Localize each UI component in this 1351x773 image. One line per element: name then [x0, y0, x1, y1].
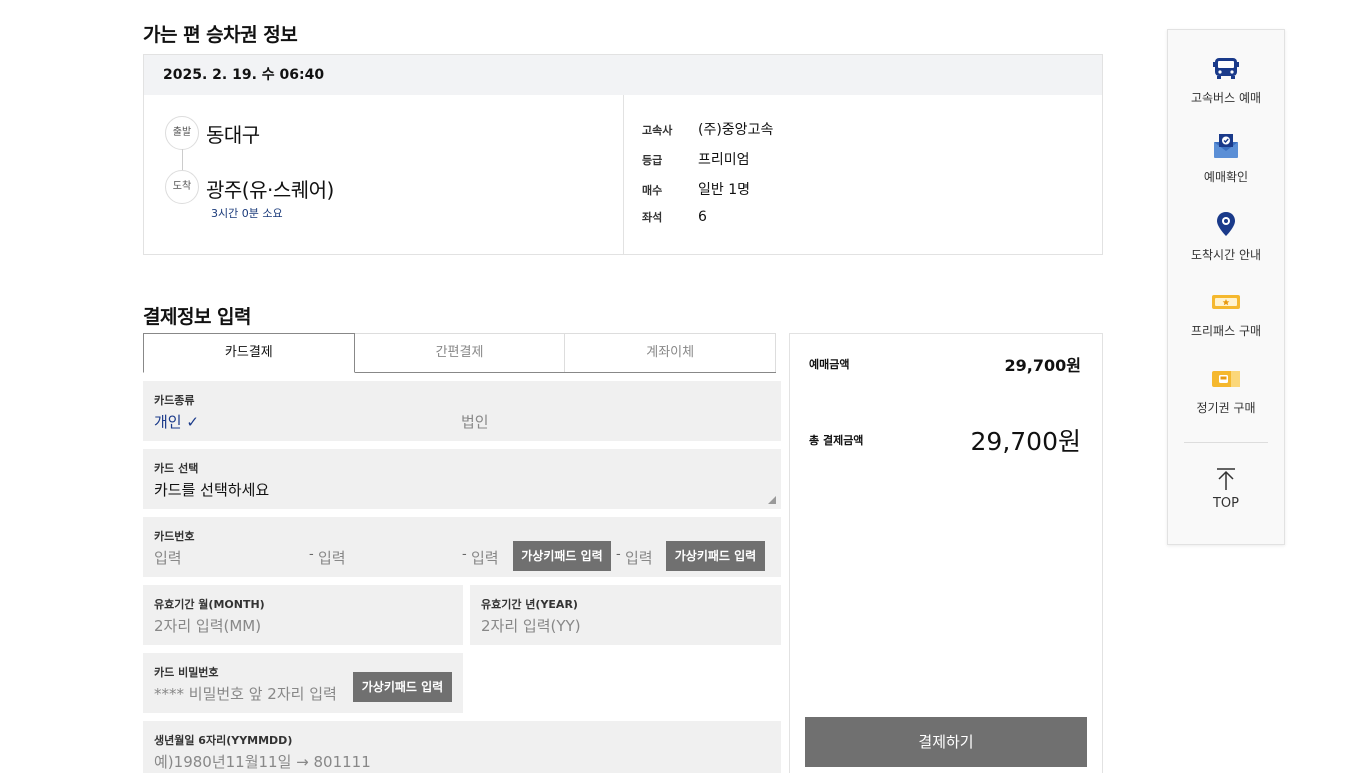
virtual-keypad-button-pw[interactable]: 가상키패드 입력	[353, 672, 452, 702]
detail-row-seat: 좌석 6	[642, 209, 707, 225]
tab-simple-payment[interactable]: 간편결제	[354, 333, 566, 372]
virtual-keypad-button-3[interactable]: 가상키패드 입력	[513, 541, 611, 571]
exp-year-field: 유효기간 년(YEAR) 2자리 입력(YY)	[470, 585, 781, 645]
ticket-datetime: 2025. 2. 19. 수 06:40	[144, 55, 1102, 95]
card-number-dash: -	[616, 547, 621, 562]
exp-year-label: 유효기간 년(YEAR)	[481, 598, 578, 611]
ticket-star-icon	[1212, 295, 1240, 309]
mail-check-icon	[1214, 134, 1238, 158]
card-number-field: 카드번호 입력 - 입력 - 입력 가상키패드 입력 - 입력 가상키패드 입력	[143, 517, 781, 577]
payment-title: 결제정보 입력	[143, 306, 252, 328]
quick-item-freepass[interactable]: 프리패스 구매	[1168, 290, 1284, 339]
detail-row-count: 매수 일반 1명	[642, 182, 750, 198]
card-select-field[interactable]: 카드 선택 카드를 선택하세요	[143, 449, 781, 509]
arrive-badge: 도착	[165, 170, 199, 204]
dropdown-corner-icon	[768, 496, 776, 504]
quick-item-label: 예매확인	[1203, 170, 1249, 184]
card-password-label: 카드 비밀번호	[154, 666, 219, 679]
detail-row-company: 고속사 (주)중앙고속	[642, 122, 774, 138]
tab-bank-transfer[interactable]: 계좌이체	[565, 333, 777, 372]
detail-row-grade: 등급 프리미엄	[642, 152, 750, 168]
exp-month-label: 유효기간 월(MONTH)	[154, 598, 265, 611]
card-select-label: 카드 선택	[154, 462, 199, 475]
card-type-field: 카드종류 개인 ✓ 법인	[143, 381, 781, 441]
quick-menu: 고속버스 예매 예매확인 도착시간 안내 프리패스 구매 정기권 구매 TOP	[1167, 29, 1285, 545]
card-type-label: 카드종류	[154, 394, 195, 407]
card-type-corporate[interactable]: 법인	[461, 411, 489, 432]
ticket-bus-icon	[1212, 371, 1240, 387]
pay-button[interactable]: 결제하기	[805, 717, 1087, 767]
quick-item-bus-booking[interactable]: 고속버스 예매	[1168, 57, 1284, 106]
quick-item-label: 도착시간 안내	[1190, 248, 1262, 262]
trip-duration: 3시간 0분 소요	[211, 207, 283, 220]
depart-badge: 출발	[165, 116, 199, 150]
payment-tabs: 카드결제 간편결제 계좌이체	[143, 333, 777, 373]
card-password-input[interactable]: **** 비밀번호 앞 2자리 입력	[154, 683, 337, 704]
birth-date-input[interactable]: 예)1980년11월11일 → 801111	[154, 751, 371, 772]
quick-menu-divider	[1184, 442, 1268, 443]
card-password-field: 카드 비밀번호 **** 비밀번호 앞 2자리 입력 가상키패드 입력	[143, 653, 463, 713]
exp-month-input[interactable]: 2자리 입력(MM)	[154, 615, 261, 636]
quick-item-label: 정기권 구매	[1196, 401, 1256, 415]
arrow-up-icon	[1217, 468, 1235, 490]
quick-item-commuter-pass[interactable]: 정기권 구매	[1168, 367, 1284, 416]
location-pin-icon	[1217, 212, 1235, 236]
quick-item-arrival-time[interactable]: 도착시간 안내	[1168, 210, 1284, 263]
tab-card-payment[interactable]: 카드결제	[143, 333, 355, 373]
card-number-input-1[interactable]: 입력	[154, 547, 182, 568]
card-number-dash: -	[309, 547, 314, 562]
card-number-input-4[interactable]: 입력	[625, 547, 653, 568]
ticket-info-panel: 2025. 2. 19. 수 06:40 출발 도착 동대구 광주(유·스퀘어)…	[143, 54, 1103, 255]
card-number-input-3[interactable]: 입력	[471, 547, 499, 568]
quick-item-booking-check[interactable]: 예매확인	[1168, 132, 1284, 185]
quick-item-label: 프리패스 구매	[1190, 324, 1262, 338]
card-number-input-2[interactable]: 입력	[318, 547, 346, 568]
top-button[interactable]: TOP	[1168, 467, 1284, 511]
card-type-personal[interactable]: 개인 ✓	[154, 411, 199, 432]
virtual-keypad-button-4[interactable]: 가상키패드 입력	[666, 541, 765, 571]
card-number-dash: -	[462, 547, 467, 562]
fare-label: 예매금액	[809, 358, 850, 371]
total-label: 총 결제금액	[809, 434, 864, 447]
outbound-ticket-title: 가는 편 승차권 정보	[143, 24, 298, 46]
ticket-details: 고속사 (주)중앙고속 등급 프리미엄 매수 일반 1명 좌석 6	[624, 95, 1102, 255]
card-number-label: 카드번호	[154, 530, 195, 543]
fare-value: 29,700원	[1004, 356, 1081, 375]
exp-month-field: 유효기간 월(MONTH) 2자리 입력(MM)	[143, 585, 463, 645]
card-select-value[interactable]: 카드를 선택하세요	[154, 479, 269, 500]
birth-date-label: 생년월일 6자리(YYMMDD)	[154, 734, 293, 747]
quick-item-label: 고속버스 예매	[1190, 91, 1262, 105]
birth-date-field: 생년월일 6자리(YYMMDD) 예)1980년11월11일 → 801111	[143, 721, 781, 773]
route-section: 출발 도착 동대구 광주(유·스퀘어) 3시간 0분 소요	[144, 95, 624, 255]
total-value: 29,700원	[970, 427, 1081, 456]
bus-icon	[1213, 58, 1239, 79]
arrive-terminal: 광주(유·스퀘어)	[206, 178, 334, 202]
exp-year-input[interactable]: 2자리 입력(YY)	[481, 615, 581, 636]
depart-terminal: 동대구	[206, 123, 260, 147]
top-label: TOP	[1212, 496, 1239, 511]
payment-summary-panel: 예매금액 29,700원 총 결제금액 29,700원	[789, 333, 1103, 773]
